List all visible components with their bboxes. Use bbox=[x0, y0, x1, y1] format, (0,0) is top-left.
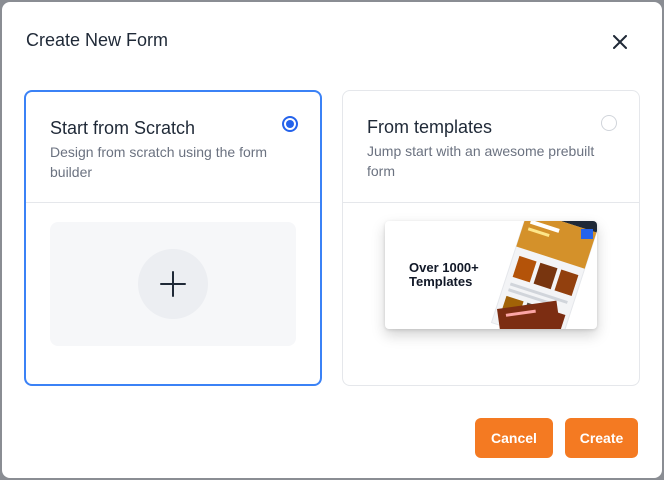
close-icon bbox=[613, 35, 627, 49]
cancel-button[interactable]: Cancel bbox=[475, 418, 553, 458]
option-start-from-scratch[interactable]: Start from Scratch Design from scratch u… bbox=[24, 90, 322, 386]
option-header: Start from Scratch Design from scratch u… bbox=[26, 92, 320, 203]
add-form-button[interactable] bbox=[138, 249, 208, 319]
option-description: Jump start with an awesome prebuilt form bbox=[367, 143, 595, 179]
option-description: Design from scratch using the form build… bbox=[50, 144, 268, 180]
option-header: From templates Jump start with an awesom… bbox=[343, 91, 639, 203]
create-button[interactable]: Create bbox=[565, 418, 638, 458]
templates-radio[interactable] bbox=[601, 115, 617, 131]
option-from-templates[interactable]: From templates Jump start with an awesom… bbox=[342, 90, 640, 386]
close-button[interactable] bbox=[608, 30, 632, 54]
scratch-radio[interactable] bbox=[282, 116, 298, 132]
templates-preview-text: Over 1000+ Templates bbox=[409, 260, 479, 289]
option-title: Start from Scratch bbox=[50, 118, 196, 138]
dialog-title: Create New Form bbox=[26, 30, 169, 50]
templates-preview-image: Over 1000+ Templates bbox=[385, 221, 597, 329]
create-form-dialog: Create New Form Start from Scratch Desig… bbox=[2, 2, 662, 478]
plus-icon bbox=[160, 271, 186, 297]
scratch-preview bbox=[50, 222, 296, 346]
option-title: From templates bbox=[367, 117, 493, 137]
